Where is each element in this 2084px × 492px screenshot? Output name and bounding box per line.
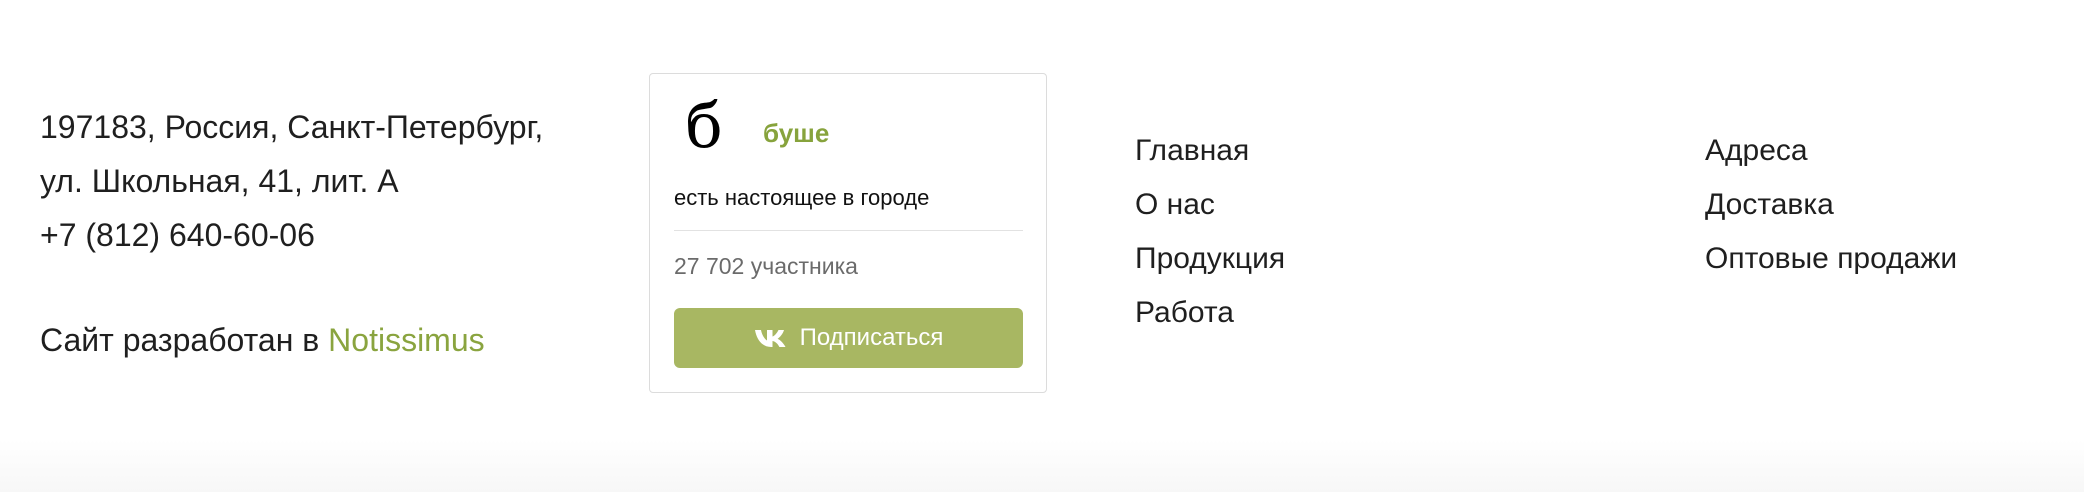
nav-link-delivery[interactable]: Доставка <box>1705 188 1834 221</box>
vk-logo-icon <box>754 327 788 349</box>
group-name[interactable]: буше <box>763 118 829 148</box>
nav-item-about: О нас <box>1135 178 1285 232</box>
contact-info: 197183, Россия, Санкт-Петербург, ул. Шко… <box>40 100 543 262</box>
nav-item-home: Главная <box>1135 124 1285 178</box>
group-status: есть настоящее в городе <box>674 185 930 210</box>
nav-link-addresses[interactable]: Адреса <box>1705 134 1808 167</box>
widget-divider <box>674 230 1023 231</box>
site-footer: 197183, Россия, Санкт-Петербург, ул. Шко… <box>0 0 2084 492</box>
group-avatar[interactable]: б <box>674 94 734 158</box>
nav-item-addresses: Адреса <box>1705 124 1957 178</box>
developer-credit: Сайт разработан в Notissimus <box>40 313 485 367</box>
footer-nav-secondary: Адреса Доставка Оптовые продажи <box>1705 124 1957 286</box>
nav-link-home[interactable]: Главная <box>1135 134 1249 167</box>
nav-link-wholesale[interactable]: Оптовые продажи <box>1705 242 1957 275</box>
address-line-1: 197183, Россия, Санкт-Петербург, <box>40 109 544 145</box>
nav-link-about[interactable]: О нас <box>1135 188 1215 221</box>
nav-link-jobs[interactable]: Работа <box>1135 296 1234 329</box>
developer-credit-text: Сайт разработан в <box>40 322 329 358</box>
developer-link[interactable]: Notissimus <box>328 322 484 358</box>
address-line-2: ул. Школьная, 41, лит. А <box>40 163 399 199</box>
nav-item-jobs: Работа <box>1135 286 1285 340</box>
nav-item-wholesale: Оптовые продажи <box>1705 232 1957 286</box>
subscribe-label: Подписаться <box>799 324 944 351</box>
vk-group-widget: б буше есть настоящее в городе 27 702 уч… <box>649 73 1047 393</box>
footer-nav-primary: Главная О нас Продукция Работа <box>1135 124 1285 340</box>
subscribe-button[interactable]: Подписаться <box>674 308 1023 368</box>
phone-number[interactable]: +7 (812) 640-60-06 <box>40 208 543 262</box>
avatar-letter: б <box>685 89 723 162</box>
nav-item-delivery: Доставка <box>1705 178 1957 232</box>
nav-link-products[interactable]: Продукция <box>1135 242 1285 275</box>
nav-item-products: Продукция <box>1135 232 1285 286</box>
members-count: 27 702 участника <box>674 253 858 279</box>
